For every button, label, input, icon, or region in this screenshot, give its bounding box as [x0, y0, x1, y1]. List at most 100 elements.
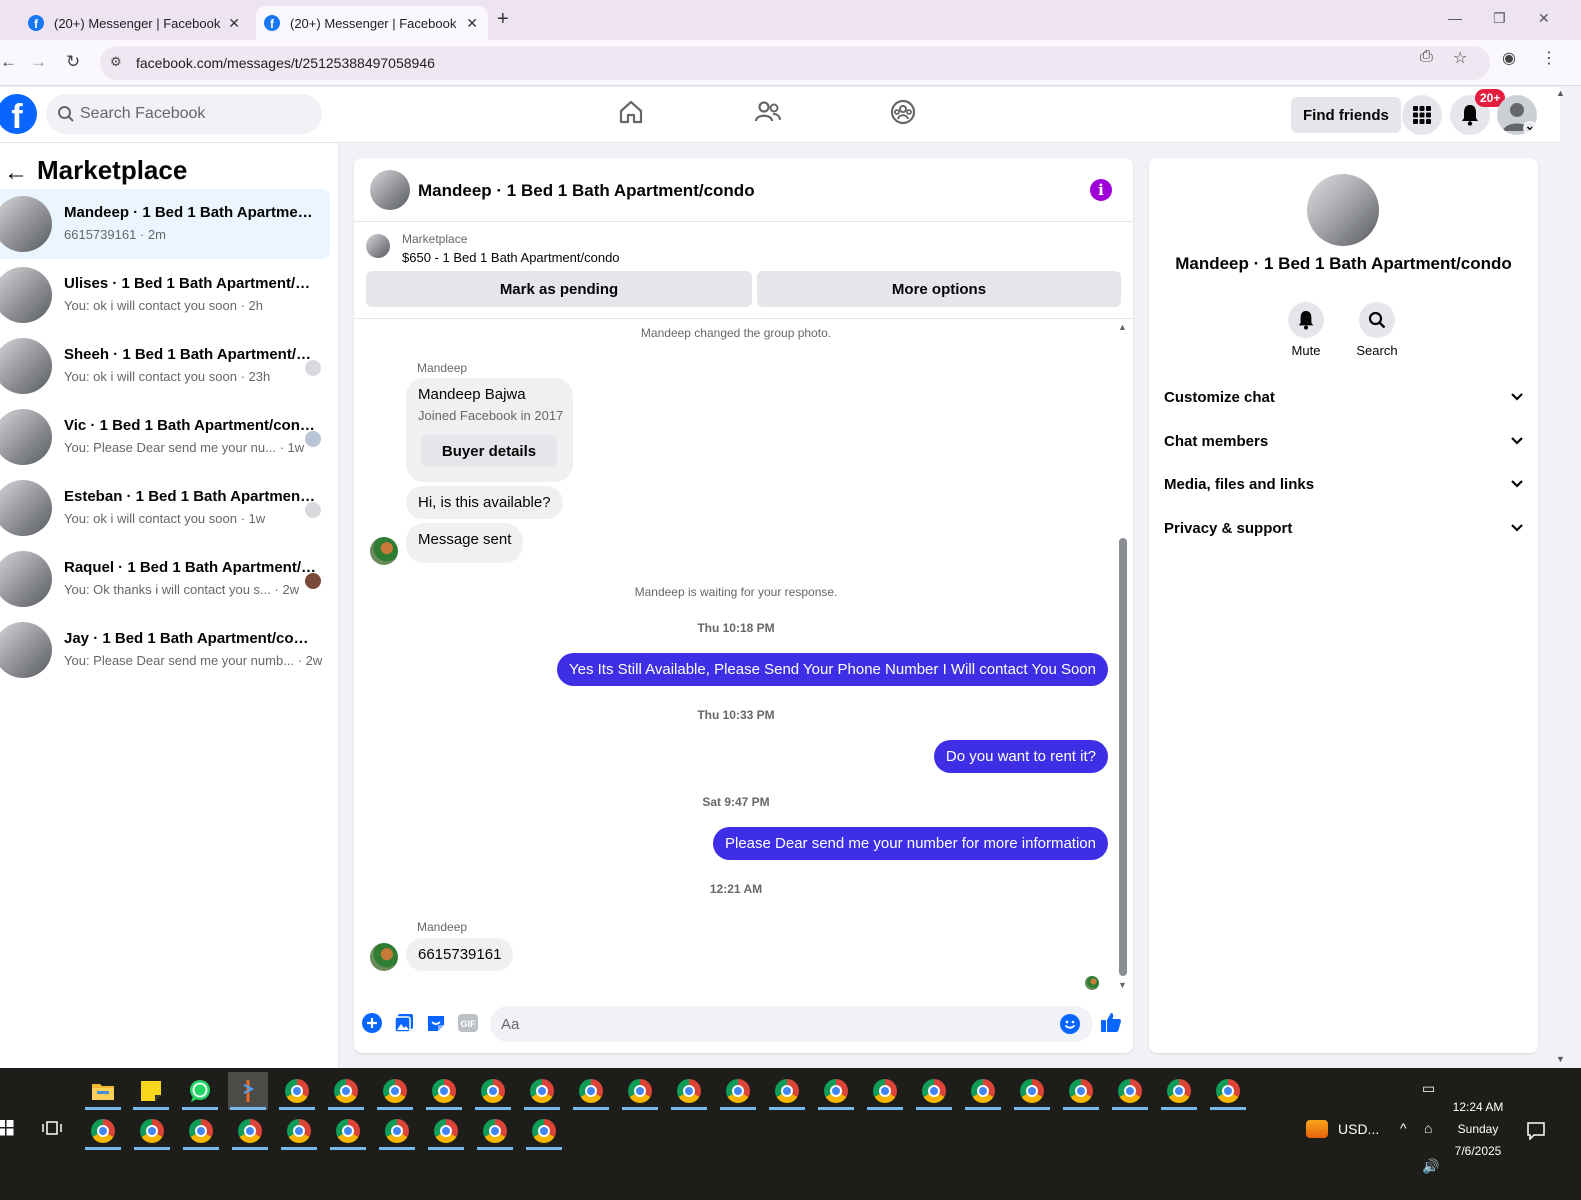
listing-title[interactable]: $650 - 1 Bed 1 Bath Apartment/condo	[402, 250, 620, 265]
chrome-taskbar-app[interactable]	[377, 1112, 417, 1150]
forward-icon[interactable]: →	[30, 52, 47, 72]
conversation-item[interactable]: Raquel · 1 Bed 1 Bath Apartment/condo Yo…	[0, 544, 330, 614]
chrome-taskbar-app[interactable]	[83, 1112, 123, 1150]
chat-avatar[interactable]	[370, 170, 410, 210]
chrome-taskbar-app[interactable]	[375, 1072, 415, 1110]
device-icon[interactable]: ⌂	[1424, 1120, 1432, 1136]
close-tab-icon[interactable]: ✕	[466, 15, 478, 32]
minimize-icon[interactable]: —	[1448, 10, 1462, 26]
chrome-taskbar-app[interactable]	[718, 1072, 758, 1110]
file-explorer-taskbar-app[interactable]	[83, 1072, 123, 1110]
page-scroll-up-icon[interactable]: ▲	[1556, 88, 1565, 98]
mute-button[interactable]: Mute	[1276, 302, 1336, 358]
chrome-taskbar-app[interactable]	[1110, 1072, 1150, 1110]
conversation-item[interactable]: Mandeep · 1 Bed 1 Bath Apartment/condo 6…	[0, 189, 330, 259]
menu-grid-button[interactable]	[1402, 95, 1442, 135]
chrome-taskbar-app[interactable]	[475, 1112, 515, 1150]
plus-icon[interactable]	[362, 1013, 382, 1033]
incoming-message[interactable]: 6615739161	[406, 938, 514, 971]
back-arrow-icon[interactable]: ←	[4, 159, 28, 187]
clock-time[interactable]: 12:24 AM	[1440, 1100, 1516, 1114]
sender-avatar[interactable]	[370, 943, 398, 971]
incoming-message[interactable]: Message sent	[406, 523, 524, 563]
groups-icon[interactable]	[890, 99, 916, 125]
chrome-taskbar-app[interactable]	[914, 1072, 954, 1110]
conversation-item[interactable]: Vic · 1 Bed 1 Bath Apartment/condo You: …	[0, 402, 330, 472]
clock-date[interactable]: 7/6/2025	[1440, 1144, 1516, 1158]
site-info-icon[interactable]: ⚙	[110, 54, 122, 70]
conversation-item[interactable]: Jay · 1 Bed 1 Bath Apartment/condo You: …	[0, 615, 330, 685]
reload-icon[interactable]: ↻	[66, 52, 80, 72]
outgoing-message[interactable]: Yes Its Still Available, Please Send You…	[556, 653, 1108, 686]
chrome-taskbar-app[interactable]	[963, 1072, 1003, 1110]
conversation-info-icon[interactable]: i	[1090, 179, 1112, 201]
sticky-notes-taskbar-app[interactable]	[131, 1072, 171, 1110]
task-view-icon[interactable]	[42, 1120, 62, 1136]
buyer-details-button[interactable]: Buyer details	[421, 435, 557, 467]
chat-scrollbar[interactable]	[1119, 538, 1127, 976]
windows-start-icon[interactable]	[0, 1120, 14, 1136]
sender-avatar[interactable]	[370, 537, 398, 565]
chrome-taskbar-app[interactable]	[277, 1072, 317, 1110]
chrome-taskbar-app[interactable]	[571, 1072, 611, 1110]
outgoing-message[interactable]: Do you want to rent it?	[933, 740, 1108, 773]
photo-icon[interactable]	[394, 1013, 414, 1033]
chrome-taskbar-app[interactable]	[1061, 1072, 1101, 1110]
incoming-message[interactable]: Hi, is this available?	[406, 486, 563, 519]
search-in-conversation-button[interactable]: Search	[1347, 302, 1407, 358]
thumbs-up-icon[interactable]	[1100, 1011, 1122, 1033]
conversation-item[interactable]: Esteban · 1 Bed 1 Bath Apartment/condo Y…	[0, 473, 330, 543]
restore-icon[interactable]: ❐	[1493, 10, 1506, 27]
chrome-taskbar-app[interactable]	[669, 1072, 709, 1110]
back-icon[interactable]: ←	[0, 52, 17, 72]
chrome-taskbar-app[interactable]	[132, 1112, 172, 1150]
account-avatar[interactable]	[1497, 95, 1537, 135]
sticker-icon[interactable]	[426, 1013, 446, 1033]
privacy-support-section[interactable]: Privacy & support	[1164, 508, 1524, 548]
currency-ticker-widget[interactable]: USD...	[1306, 1120, 1379, 1138]
media-files-links-section[interactable]: Media, files and links	[1164, 464, 1524, 504]
install-app-icon[interactable]: ⎙	[1420, 48, 1433, 66]
address-bar[interactable]: ⚙ facebook.com/messages/t/25125388497058…	[100, 46, 1490, 80]
clock-day[interactable]: Sunday	[1440, 1122, 1516, 1136]
gif-icon[interactable]: GIF	[457, 1013, 479, 1033]
close-tab-icon[interactable]: ✕	[228, 15, 240, 32]
chat-members-section[interactable]: Chat members	[1164, 421, 1524, 461]
friends-icon[interactable]	[754, 99, 782, 125]
chrome-taskbar-app[interactable]	[230, 1112, 270, 1150]
chat-title[interactable]: Mandeep · 1 Bed 1 Bath Apartment/condo	[418, 181, 755, 201]
home-icon[interactable]	[618, 99, 644, 125]
conversation-avatar[interactable]	[1307, 174, 1379, 246]
whatsapp-taskbar-app[interactable]	[180, 1072, 220, 1110]
more-options-button[interactable]: More options	[757, 271, 1121, 307]
find-friends-button[interactable]: Find friends	[1291, 97, 1401, 133]
chat-scroll-down-icon[interactable]: ▼	[1118, 980, 1127, 990]
chrome-taskbar-app[interactable]	[473, 1072, 513, 1110]
emoji-icon[interactable]	[1060, 1014, 1080, 1034]
app-taskbar-item[interactable]	[228, 1072, 268, 1110]
page-scroll-down-icon[interactable]: ▼	[1556, 1054, 1565, 1064]
bookmark-star-icon[interactable]: ☆	[1453, 48, 1467, 68]
chrome-taskbar-app[interactable]	[816, 1072, 856, 1110]
mark-as-pending-button[interactable]: Mark as pending	[366, 271, 752, 307]
chrome-taskbar-app[interactable]	[1159, 1072, 1199, 1110]
chrome-taskbar-app[interactable]	[522, 1072, 562, 1110]
chat-scroll-up-icon[interactable]: ▲	[1118, 322, 1127, 332]
profile-icon[interactable]: ◉	[1502, 48, 1516, 68]
chrome-taskbar-app[interactable]	[1208, 1072, 1248, 1110]
browser-tab[interactable]: f (20+) Messenger | Facebook ✕	[20, 6, 250, 40]
chrome-taskbar-app[interactable]	[424, 1072, 464, 1110]
browser-tab-active[interactable]: f (20+) Messenger | Facebook ✕	[256, 6, 488, 40]
chrome-taskbar-app[interactable]	[279, 1112, 319, 1150]
chrome-taskbar-app[interactable]	[426, 1112, 466, 1150]
customize-chat-section[interactable]: Customize chat	[1164, 377, 1524, 417]
show-hidden-icons-chevron-icon[interactable]: ^	[1400, 1120, 1407, 1136]
message-input[interactable]	[490, 1006, 1093, 1042]
facebook-logo-icon[interactable]: f	[0, 94, 37, 134]
chrome-taskbar-app[interactable]	[1012, 1072, 1052, 1110]
network-display-icon[interactable]: ▭	[1422, 1080, 1435, 1097]
chrome-taskbar-app[interactable]	[326, 1072, 366, 1110]
close-window-icon[interactable]: ✕	[1538, 10, 1550, 27]
conversation-item[interactable]: Sheeh · 1 Bed 1 Bath Apartment/condo You…	[0, 331, 330, 401]
conversation-item[interactable]: Ulises · 1 Bed 1 Bath Apartment/condo Yo…	[0, 260, 330, 330]
